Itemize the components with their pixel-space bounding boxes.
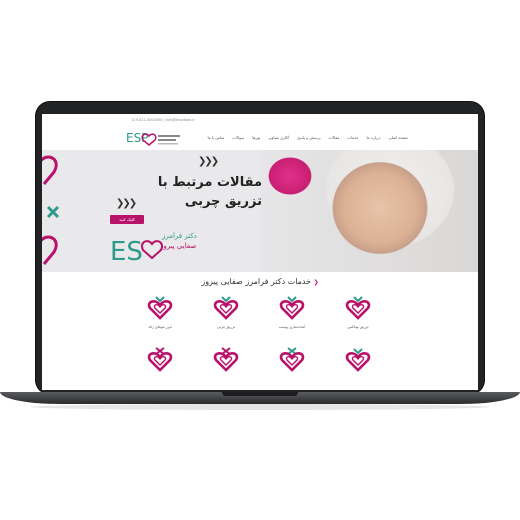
laptop-shadow bbox=[30, 404, 490, 410]
service-card[interactable] bbox=[328, 346, 388, 376]
laptop-screen: 0-9-021-0000000 | info@drsafaee.ir ESP ص… bbox=[42, 114, 478, 390]
svg-text:ESP: ESP bbox=[126, 131, 148, 145]
site-logo[interactable]: ESP bbox=[124, 128, 184, 152]
service-card[interactable]: آماده‌سازی پوست bbox=[262, 294, 322, 329]
nav-item-home[interactable]: صفحه اصلی bbox=[388, 135, 408, 140]
hero-title-line2: تزریق چربی bbox=[184, 194, 262, 209]
service-card[interactable] bbox=[130, 346, 190, 376]
heart-service-icon bbox=[279, 347, 305, 372]
heart-service-icon bbox=[345, 348, 371, 372]
service-label: آماده‌سازی پوست bbox=[278, 325, 306, 329]
heart-deco-left-bottom-icon bbox=[42, 235, 58, 265]
nav-item-articles[interactable]: مقالات bbox=[329, 135, 340, 140]
nav-item-about[interactable]: درباره ما bbox=[366, 135, 380, 140]
nav-item-faq[interactable]: پرسش و پاسخ bbox=[297, 135, 320, 140]
chevrons-top-icon: ❯❯❯ bbox=[198, 156, 219, 167]
svg-text:ES: ES bbox=[110, 237, 143, 267]
services-title: ❮ خدمات دکتر فرامرز صفایی پیروز bbox=[201, 277, 319, 286]
hero-cta-button[interactable]: کلیک کنید bbox=[110, 215, 144, 224]
service-label: لیزر موهای زائد bbox=[148, 325, 172, 329]
service-label: تزریق چربی bbox=[216, 325, 236, 329]
heart-service-icon bbox=[345, 296, 371, 320]
contact-info: 0-9-021-0000000 | info@drsafaee.ir bbox=[132, 118, 195, 122]
service-card[interactable]: لیزر موهای زائد bbox=[130, 294, 190, 329]
service-label: تزریق بوتاکس bbox=[347, 325, 369, 329]
chevrons-bottom-icon: ❯❯❯ bbox=[116, 198, 137, 209]
chevron-left-icon: ❮ bbox=[313, 279, 319, 286]
service-card[interactable]: تزریق چربی bbox=[196, 294, 256, 329]
hero-logo-name-2: صفایی پیروز bbox=[160, 242, 197, 250]
top-contact-bar: 0-9-021-0000000 | info@drsafaee.ir bbox=[42, 114, 478, 124]
laptop-notch bbox=[222, 392, 298, 396]
heart-service-icon bbox=[147, 347, 173, 372]
service-card[interactable] bbox=[262, 346, 322, 376]
nav-item-gallery[interactable]: گالری تصاویر bbox=[268, 135, 289, 140]
nav-item-services[interactable]: خدمات bbox=[347, 135, 358, 140]
main-nav: صفحه اصلی درباره ما خدمات مقالات پرسش و … bbox=[208, 135, 409, 140]
cross-deco-icon bbox=[46, 205, 60, 219]
heart-service-icon bbox=[213, 347, 239, 372]
hero-banner: ❯❯❯ مقالات مرتبط با تزریق چربی ❯❯❯ کلیک … bbox=[42, 150, 478, 272]
heart-service-icon bbox=[213, 296, 239, 320]
service-card[interactable]: تزریق بوتاکس bbox=[328, 294, 388, 329]
heart-deco-left-top-icon bbox=[42, 155, 58, 185]
heart-service-icon bbox=[279, 296, 305, 320]
heart-service-icon bbox=[147, 296, 173, 320]
hero-title-line1: مقالات مرتبط با bbox=[157, 175, 262, 190]
nav-item-tours[interactable]: تورها bbox=[252, 135, 260, 140]
hero-logo-name-1: دکتر فرامرز bbox=[162, 232, 197, 240]
nav-item-questions[interactable]: سوالات bbox=[232, 135, 244, 140]
nav-item-contact[interactable]: تماس با ما bbox=[208, 135, 225, 140]
service-card[interactable] bbox=[196, 346, 256, 376]
hero-glove bbox=[260, 150, 330, 212]
